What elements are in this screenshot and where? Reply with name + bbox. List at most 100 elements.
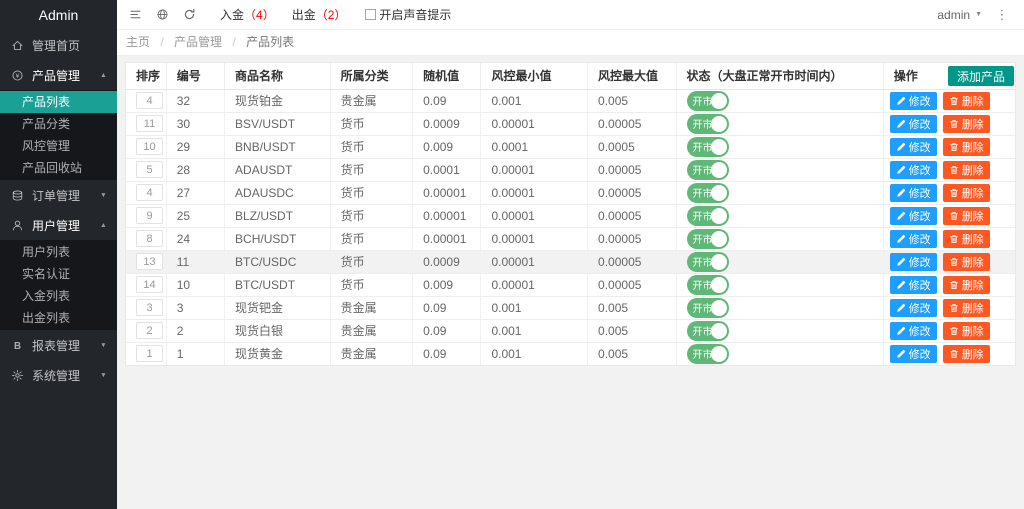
product-table-card: 排序 编号 商品名称 所属分类 随机值 风控最小值 风控最大值 状态（大盘正常开… (125, 62, 1016, 366)
globe-icon[interactable] (149, 0, 176, 30)
trash-icon (949, 165, 959, 175)
status-toggle[interactable]: 开市 (687, 183, 729, 203)
sidebar-item-report[interactable]: B报表管理▼ (0, 330, 117, 360)
delete-button[interactable]: 删除 (943, 92, 990, 110)
pencil-icon (896, 188, 906, 198)
delete-button[interactable]: 删除 (943, 345, 990, 363)
svg-text:¥: ¥ (16, 72, 20, 79)
cell-id: 29 (166, 135, 224, 158)
sound-alert-checkbox[interactable]: 开启声音提示 (365, 6, 451, 23)
sidebar-subitem[interactable]: 入金列表 (0, 285, 117, 307)
edit-button[interactable]: 修改 (890, 230, 937, 248)
sidebar-subitem[interactable]: 产品回收站 (0, 157, 117, 179)
add-product-button[interactable]: 添加产品 (948, 66, 1014, 86)
delete-button[interactable]: 删除 (943, 276, 990, 294)
status-toggle[interactable]: 开市 (687, 252, 729, 272)
delete-button[interactable]: 删除 (943, 299, 990, 317)
sort-input[interactable] (136, 299, 163, 316)
refresh-icon[interactable] (176, 0, 203, 30)
status-toggle[interactable]: 开市 (687, 298, 729, 318)
sort-input[interactable] (136, 115, 163, 132)
cell-name: 现货铂金 (225, 89, 331, 112)
sort-input[interactable] (136, 184, 163, 201)
sidebar-item-system[interactable]: 系统管理▼ (0, 360, 117, 390)
cell-name: BTC/USDT (225, 273, 331, 296)
cell-category: 货币 (330, 158, 412, 181)
delete-button[interactable]: 删除 (943, 161, 990, 179)
status-toggle[interactable]: 开市 (687, 160, 729, 180)
edit-button[interactable]: 修改 (890, 138, 937, 156)
sidebar-subitem[interactable]: 产品分类 (0, 113, 117, 135)
sort-input[interactable] (136, 207, 163, 224)
edit-button[interactable]: 修改 (890, 115, 937, 133)
app-title: Admin (0, 0, 117, 30)
edit-button[interactable]: 修改 (890, 276, 937, 294)
sidebar-item-user[interactable]: 用户管理▲ (0, 210, 117, 240)
cell-random: 0.0009 (413, 250, 481, 273)
checkbox-icon[interactable] (365, 9, 376, 20)
breadcrumb-product-mgmt[interactable]: 产品管理 (174, 35, 222, 49)
cell-name: ADAUSDT (225, 158, 331, 181)
cell-random: 0.009 (413, 273, 481, 296)
status-toggle[interactable]: 开市 (687, 137, 729, 157)
sort-input[interactable] (136, 161, 163, 178)
sort-input[interactable] (136, 253, 163, 270)
table-row: 28ADAUSDT货币0.00010.000010.00005开市修改删除 (126, 158, 1015, 181)
status-toggle[interactable]: 开市 (687, 206, 729, 226)
cell-risk-min: 0.001 (481, 296, 588, 319)
table-row: 1现货黄金贵金属0.090.0010.005开市修改删除 (126, 342, 1015, 365)
sidebar-subitem[interactable]: 出金列表 (0, 307, 117, 329)
sort-input[interactable] (136, 322, 163, 339)
edit-button[interactable]: 修改 (890, 322, 937, 340)
delete-button[interactable]: 删除 (943, 253, 990, 271)
edit-button[interactable]: 修改 (890, 184, 937, 202)
caret-up-icon: ▲ (100, 72, 107, 79)
cell-id: 32 (166, 89, 224, 112)
more-menu-icon[interactable]: ⋮ (990, 7, 1014, 23)
user-dropdown[interactable]: admin ▼ (929, 8, 990, 22)
sidebar-subitem[interactable]: 实名认证 (0, 263, 117, 285)
delete-button[interactable]: 删除 (943, 207, 990, 225)
cell-category: 货币 (330, 204, 412, 227)
cell-random: 0.09 (413, 89, 481, 112)
table-row: 29BNB/USDT货币0.0090.00010.0005开市修改删除 (126, 135, 1015, 158)
status-toggle[interactable]: 开市 (687, 275, 729, 295)
withdraw-link[interactable]: 出金（2） (292, 6, 347, 23)
sidebar-item-home[interactable]: 管理首页 (0, 30, 117, 60)
sort-input[interactable] (136, 276, 163, 293)
status-toggle[interactable]: 开市 (687, 91, 729, 111)
col-sort: 排序 (126, 63, 166, 89)
collapse-sidebar-icon[interactable] (122, 0, 149, 30)
edit-button[interactable]: 修改 (890, 161, 937, 179)
sort-input[interactable] (136, 92, 163, 109)
toggle-knob (711, 231, 727, 247)
edit-button[interactable]: 修改 (890, 345, 937, 363)
sidebar-subitem[interactable]: 风控管理 (0, 135, 117, 157)
status-toggle[interactable]: 开市 (687, 321, 729, 341)
sidebar-item-order[interactable]: 订单管理▼ (0, 180, 117, 210)
sidebar-subitem[interactable]: 产品列表 (0, 91, 117, 113)
breadcrumb-home[interactable]: 主页 (126, 35, 150, 49)
sort-input[interactable] (136, 345, 163, 362)
delete-button[interactable]: 删除 (943, 230, 990, 248)
cell-category: 货币 (330, 250, 412, 273)
status-toggle[interactable]: 开市 (687, 344, 729, 364)
delete-button[interactable]: 删除 (943, 115, 990, 133)
trash-icon (949, 119, 959, 129)
edit-button[interactable]: 修改 (890, 92, 937, 110)
delete-button[interactable]: 删除 (943, 184, 990, 202)
edit-button[interactable]: 修改 (890, 299, 937, 317)
delete-button[interactable]: 删除 (943, 138, 990, 156)
col-risk-min: 风控最小值 (481, 63, 588, 89)
sidebar-subitem[interactable]: 用户列表 (0, 241, 117, 263)
edit-button[interactable]: 修改 (890, 253, 937, 271)
sidebar-item-product[interactable]: ¥产品管理▲ (0, 60, 117, 90)
delete-button[interactable]: 删除 (943, 322, 990, 340)
sort-input[interactable] (136, 138, 163, 155)
sort-input[interactable] (136, 230, 163, 247)
main-area: 入金（4） 出金（2） 开启声音提示 admin ▼ ⋮ 主页 / 产品管理 /… (117, 0, 1024, 509)
edit-button[interactable]: 修改 (890, 207, 937, 225)
status-toggle[interactable]: 开市 (687, 229, 729, 249)
deposit-link[interactable]: 入金（4） (220, 6, 275, 23)
status-toggle[interactable]: 开市 (687, 114, 729, 134)
